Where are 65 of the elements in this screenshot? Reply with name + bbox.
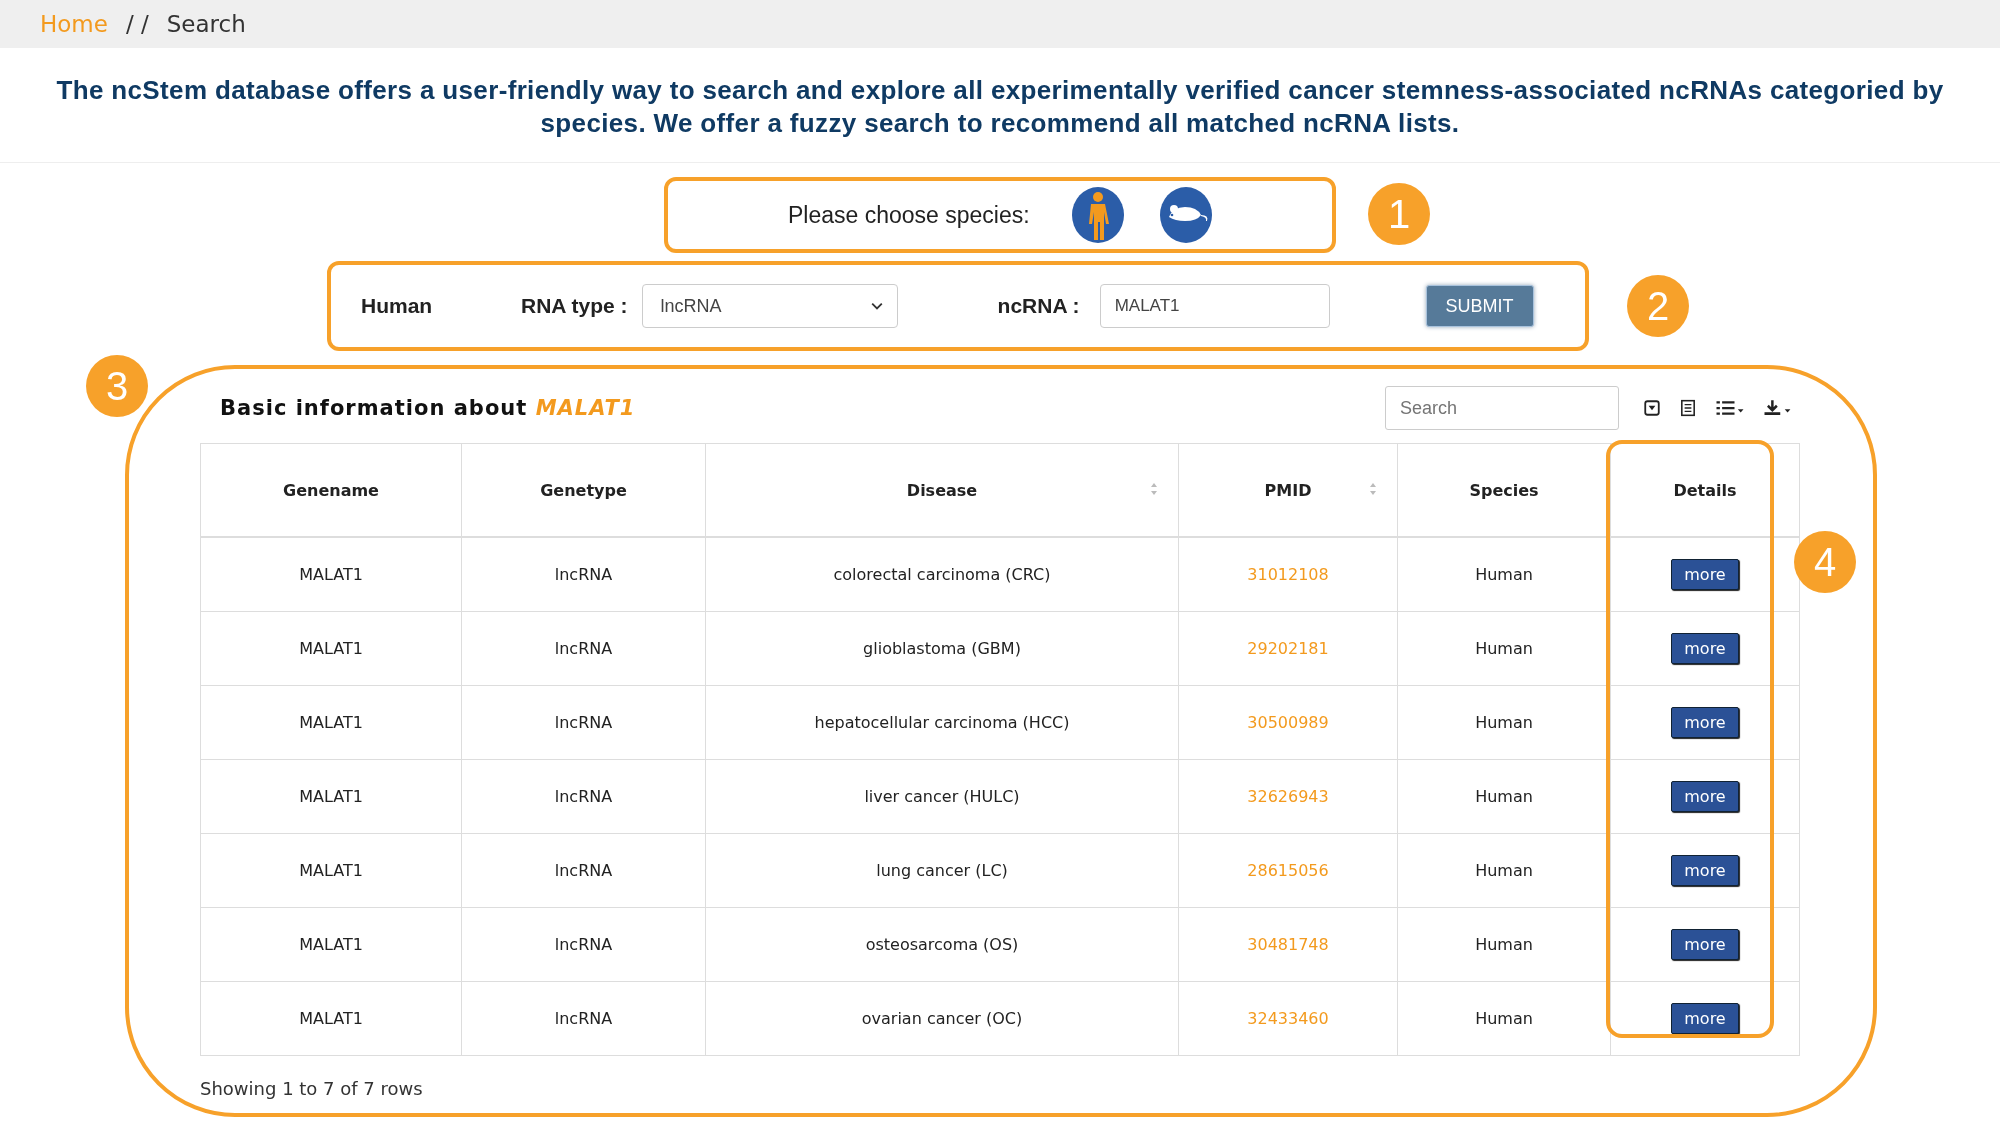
more-button[interactable]: more (1671, 929, 1739, 960)
column-header: Genename (200, 443, 462, 537)
pagination-info: Showing 1 to 7 of 7 rows (200, 1077, 424, 1099)
species-name: Human (361, 294, 434, 318)
table-cell: Human (1397, 981, 1611, 1056)
table-cell: Human (1397, 759, 1611, 834)
table-cell: liver cancer (HULC) (705, 759, 1179, 834)
rna-type-dropdown[interactable]: lncRNA (641, 284, 898, 328)
table-cell: Human (1397, 685, 1611, 760)
step-badge: 1 (1368, 183, 1430, 245)
human-figure-icon[interactable] (1071, 186, 1124, 244)
table-cell: colorectal carcinoma (CRC) (705, 537, 1179, 612)
column-header: Details (1610, 443, 1800, 537)
more-button[interactable]: more (1671, 781, 1739, 812)
table-cell: MALAT1 (200, 537, 462, 612)
more-button[interactable]: more (1671, 633, 1739, 664)
table-cell: lung cancer (LC) (705, 833, 1179, 908)
table-cell: lncRNA (461, 981, 706, 1056)
more-button[interactable]: more (1671, 559, 1739, 590)
step-badge: 3 (86, 355, 148, 417)
intro-text: The ncStem database offers a user-friendly way to search and explore all experimentally verified cancer stemness-associated ncRNAs categoried by species. We offer a fuzzy search to recommend all matched ncRNA lists. (0, 48, 2000, 163)
more-button[interactable]: more (1671, 707, 1739, 738)
ncrna-input[interactable]: MALAT1 (1099, 284, 1330, 328)
column-header: Disease (705, 443, 1179, 537)
table-cell: glioblastoma (GBM) (705, 611, 1179, 686)
table-cell: MALAT1 (200, 907, 462, 982)
table-cell: Human (1397, 611, 1611, 686)
step-badge: 4 (1794, 531, 1856, 593)
step-badge: 2 (1627, 275, 1689, 337)
table-cell: lncRNA (461, 537, 706, 612)
toggle-icon[interactable] (1643, 399, 1661, 417)
more-button[interactable]: more (1671, 1003, 1739, 1034)
table-cell: MALAT1 (200, 759, 462, 834)
chevron-down-icon (870, 302, 883, 310)
species-label: Please choose species: (788, 201, 1030, 229)
mouse-icon[interactable] (1159, 186, 1212, 244)
breadcrumb-current: Search (166, 11, 246, 37)
breadcrumb-separator: / / (125, 11, 149, 37)
download-icon[interactable] (1763, 399, 1793, 417)
rna-type-label: RNA type : (521, 294, 628, 318)
table-cell: osteosarcoma (OS) (705, 907, 1179, 982)
column-header: Genetype (461, 443, 706, 537)
columns-dropdown-icon[interactable] (1715, 399, 1745, 417)
column-header: Species (1397, 443, 1611, 537)
table-cell: lncRNA (461, 685, 706, 760)
table-cell: MALAT1 (200, 981, 462, 1056)
list-view-icon[interactable] (1679, 399, 1697, 417)
submit-button[interactable]: SUBMIT (1425, 285, 1534, 327)
table-cell: MALAT1 (200, 611, 462, 686)
table-cell: MALAT1 (200, 685, 462, 760)
table-cell: Human (1397, 537, 1611, 612)
table-cell: MALAT1 (200, 833, 462, 908)
table-cell: hepatocellular carcinoma (HCC) (705, 685, 1179, 760)
more-button[interactable]: more (1671, 855, 1739, 886)
table-cell: lncRNA (461, 759, 706, 834)
table-cell: ovarian cancer (OC) (705, 981, 1179, 1056)
table-cell: lncRNA (461, 833, 706, 908)
table-cell: Human (1397, 907, 1611, 982)
ncrna-label: ncRNA : (997, 294, 1080, 318)
table-cell: lncRNA (461, 907, 706, 982)
table-cell: Human (1397, 833, 1611, 908)
table-cell: lncRNA (461, 611, 706, 686)
table-search-field[interactable]: Search (1385, 386, 1619, 430)
column-header: PMID (1178, 443, 1398, 537)
table-title: Basic information about MALAT1 (220, 396, 636, 420)
